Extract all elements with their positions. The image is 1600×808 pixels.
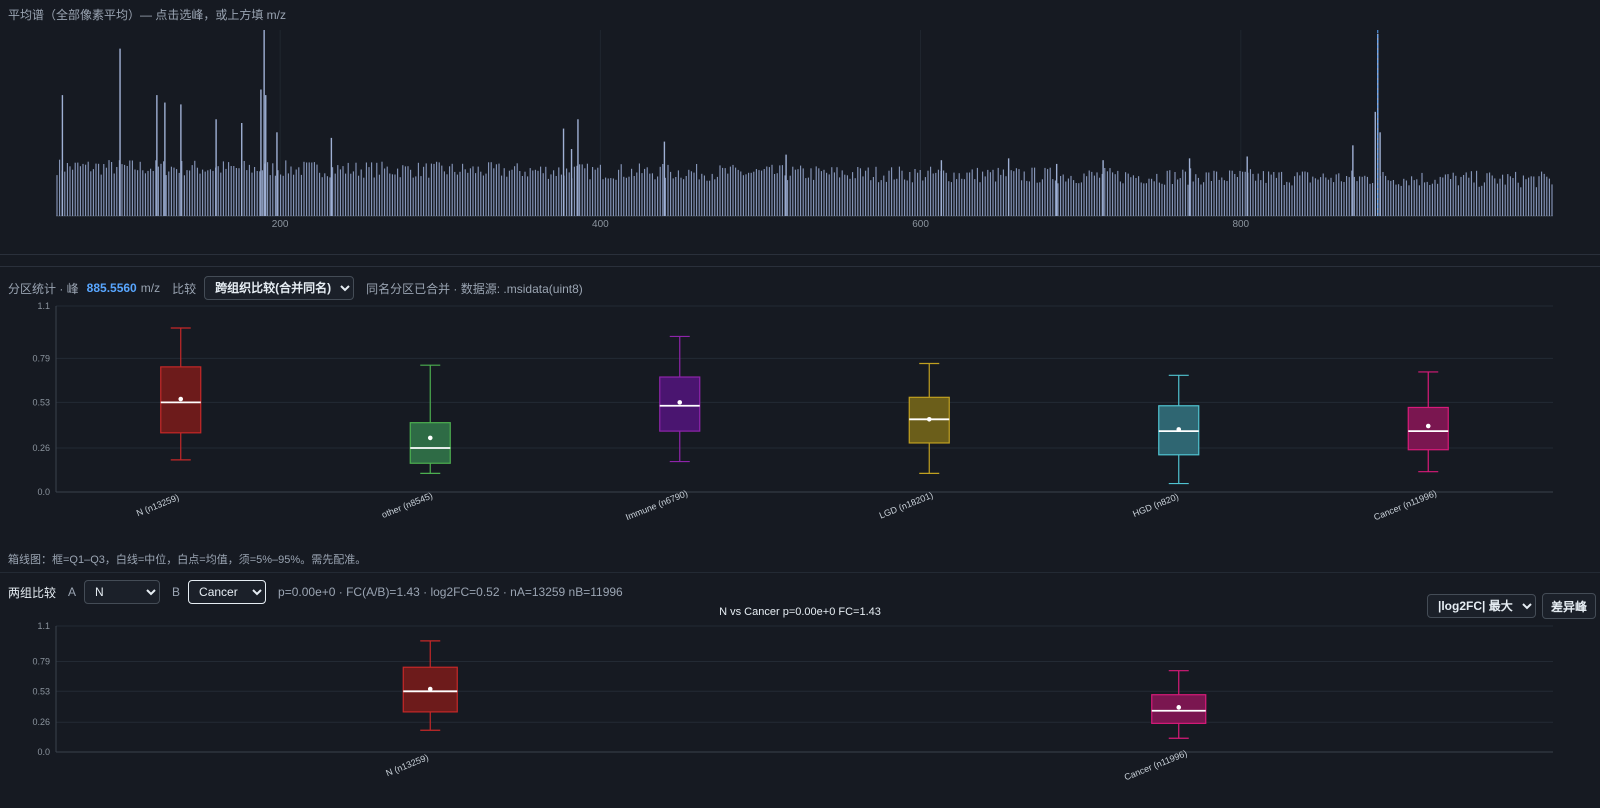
group-label: HGD (n820) (1131, 491, 1180, 518)
spectrum-bars (56, 159, 1553, 216)
group-label: LGD (n18201) (878, 490, 935, 521)
group-label: other (n8545) (380, 490, 434, 520)
spectrum-x-tick: 200 (272, 219, 289, 230)
y-tick-label: 1.1 (37, 621, 50, 631)
mean-dot (1176, 705, 1182, 710)
y-tick-label: 0.0 (37, 747, 50, 757)
boxplot-compare-chart: 0.0 0.26 0.53 0.79 1.1 N (n13259) Cancer (n119… (32, 621, 1553, 782)
y-tick-label: 0.26 (32, 717, 50, 727)
mean-dot (1425, 423, 1431, 429)
stats-info: 同名分区已合并 · 数据源: .msidata(uint8) (366, 281, 583, 296)
y-tick-label: 0.26 (32, 443, 50, 453)
group-a-select[interactable]: N (84, 580, 161, 604)
box-group: N (n13259) (135, 327, 202, 518)
group-label: Immune (n6790) (624, 488, 689, 522)
compare-result: p=0.00e+0 · FC(A/B)=1.43 · log2FC=0.52 ·… (278, 585, 623, 599)
box-group: Cancer (n11996) (1372, 371, 1449, 522)
y-tick-label: 0.53 (32, 397, 50, 407)
iqr-box (409, 422, 451, 464)
group-label: N (n13259) (384, 752, 429, 778)
boxplot-main-chart: 0.0 0.26 0.53 0.79 1.1 N (n13259) other (n8545… (32, 301, 1553, 522)
stats-label: 分区统计 · 峰 (8, 281, 79, 296)
y-tick-label: 0.0 (37, 487, 50, 497)
compare-mode-label: 比较 (172, 281, 197, 296)
mean-dot (178, 396, 184, 402)
box-group: HGD (n820) (1131, 374, 1200, 519)
mean-dot (926, 416, 932, 422)
group-label: Cancer (n11996) (1123, 748, 1189, 782)
mean-dot (427, 435, 433, 441)
spectrum-x-tick: 600 (912, 219, 929, 230)
y-tick-label: 0.79 (32, 657, 50, 667)
group-b-select[interactable]: Cancer (188, 580, 267, 604)
boxplot-note: 箱线图：框=Q1–Q3，白线=中位，白点=均值，须=5%–95%。需先配准。 (8, 554, 367, 566)
divider (0, 572, 1600, 573)
box-group: Cancer (n11996) (1123, 670, 1207, 782)
iqr-box (1407, 406, 1449, 451)
compare-row: 两组比较 A N B Cancer p=0.00e+0 · FC(A/B)=1.… (8, 580, 623, 604)
box-group: other (n8545) (380, 364, 451, 520)
y-tick-label: 1.1 (37, 301, 50, 311)
group-a-label: A (68, 585, 77, 599)
mean-dot (677, 400, 683, 405)
y-tick-label: 0.53 (32, 686, 50, 696)
peak-value: 885.5560 (86, 281, 137, 295)
spectrum-chart[interactable]: 200 400 600 800 (0, 0, 1600, 254)
y-tick-label: 0.79 (32, 353, 50, 363)
spectrum-x-tick: 800 (1232, 219, 1249, 230)
group-label: N (n13259) (135, 492, 180, 518)
spectrum-title: 平均谱（全部像素平均）— 点击选峰，或上方填 m/z (8, 8, 286, 22)
group-b-label: B (172, 585, 181, 599)
box-group: LGD (n18201) (878, 362, 950, 521)
mean-dot (427, 686, 433, 692)
compare-label: 两组比较 (8, 585, 57, 600)
group-label: Cancer (n11996) (1372, 488, 1438, 522)
box-group: Immune (n6790) (624, 335, 701, 522)
spectrum-panel: 200 400 600 800 平均谱（全部像素平均）— 点击选峰，或上方填 m/z (0, 0, 1600, 255)
spectrum-x-tick: 400 (592, 219, 609, 230)
mean-dot (1176, 427, 1182, 432)
peak-unit: m/z (140, 281, 161, 295)
